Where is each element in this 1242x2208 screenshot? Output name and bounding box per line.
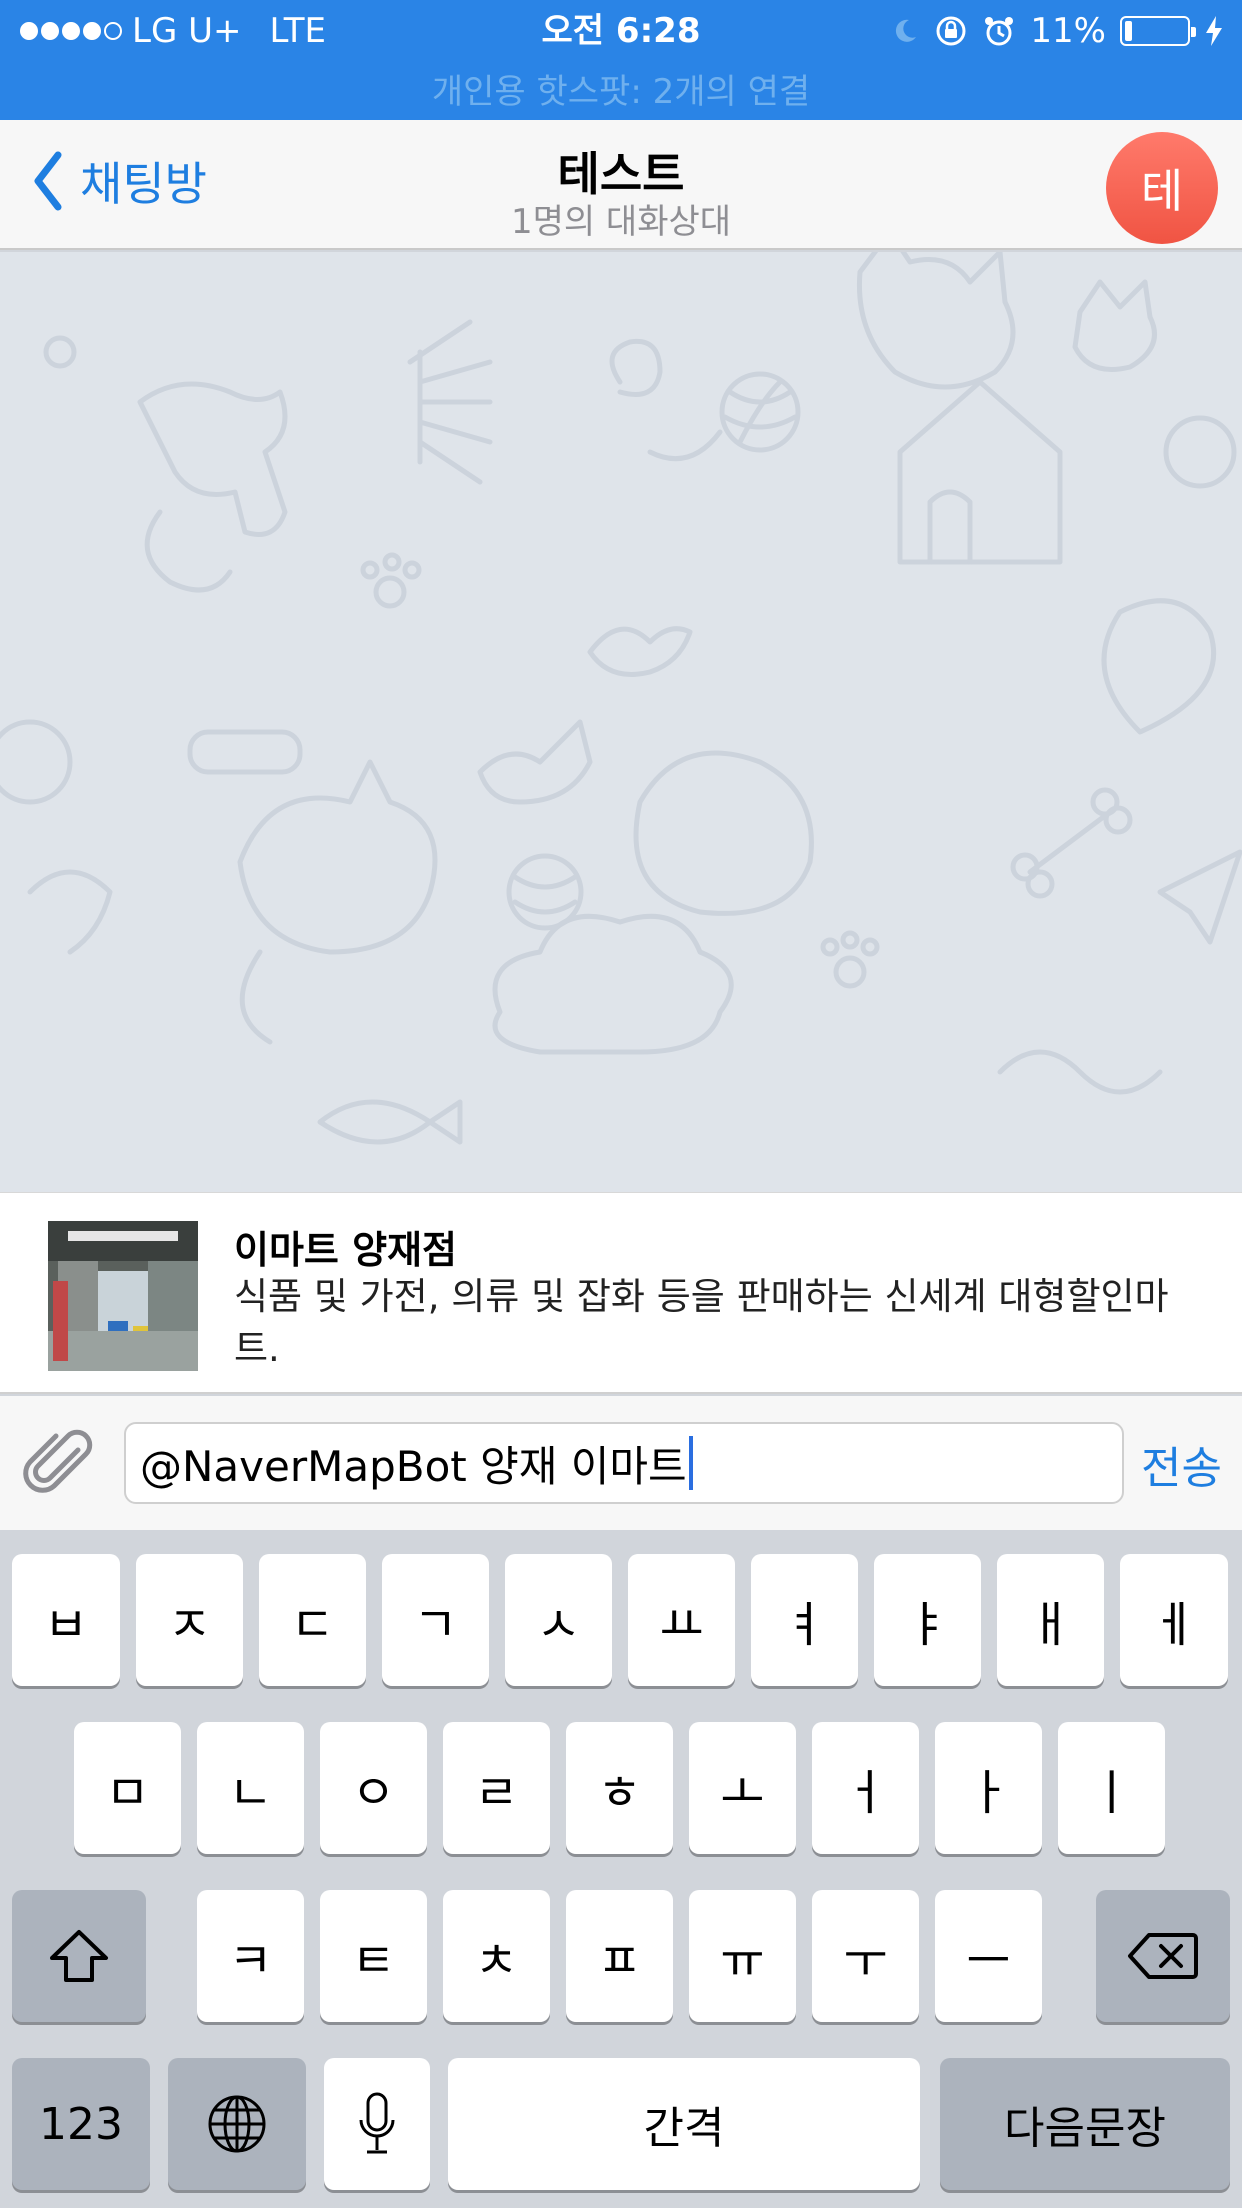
key-r1-1[interactable]: ㅂ: [12, 1554, 120, 1686]
key-r3-7[interactable]: ㅡ: [935, 1890, 1042, 2022]
dictation-key[interactable]: [324, 2058, 430, 2190]
delete-key[interactable]: [1096, 1890, 1230, 2022]
key-r2-2[interactable]: ㄴ: [197, 1722, 304, 1854]
attach-button[interactable]: [22, 1426, 98, 1506]
key-r1-5[interactable]: ㅅ: [505, 1554, 612, 1686]
key-r1-9[interactable]: ㅐ: [997, 1554, 1104, 1686]
result-title: 이마트 양재점: [234, 1228, 457, 1272]
status-bar: LG U+ LTE 오전 6:28 11% 개인용 핫스팟: 2개의 연결: [0, 0, 1242, 120]
shift-icon: [50, 1930, 108, 1982]
message-input[interactable]: @NaverMapBot 양재 이마트: [124, 1422, 1124, 1504]
numbers-key-label: 123: [39, 2098, 123, 2150]
result-thumbnail: [48, 1221, 198, 1371]
key-r2-9[interactable]: ㅣ: [1058, 1722, 1165, 1854]
key-r3-1[interactable]: ㅋ: [197, 1890, 304, 2022]
key-r1-8[interactable]: ㅑ: [874, 1554, 981, 1686]
result-description: 식품 및 가전, 의류 및 잡화 등을 판매하는 신세계 대형할인마트.: [234, 1275, 1169, 1370]
key-r2-3[interactable]: ㅇ: [320, 1722, 427, 1854]
charging-bolt-icon: [1206, 16, 1222, 46]
key-r2-6[interactable]: ㅗ: [689, 1722, 796, 1854]
paperclip-icon: [23, 1429, 93, 1493]
battery-icon: [1120, 16, 1196, 46]
chat-area[interactable]: [0, 252, 1242, 1192]
key-r3-6[interactable]: ㅜ: [812, 1890, 919, 2022]
alarm-icon: [985, 17, 1014, 46]
key-r3-4[interactable]: ㅍ: [566, 1890, 673, 2022]
rotation-lock-icon: [936, 16, 966, 46]
status-right: 11%: [890, 8, 1224, 54]
keyboard: ㅂ ㅈ ㄷ ㄱ ㅅ ㅛ ㅕ ㅑ ㅐ ㅔ ㅁ ㄴ ㅇ ㄹ ㅎ ㅗ ㅓ ㅏ ㅣ ㅋ …: [0, 1530, 1242, 2208]
send-button[interactable]: 전송: [1141, 1432, 1222, 1496]
key-r1-6[interactable]: ㅛ: [628, 1554, 735, 1686]
space-key[interactable]: 간격: [448, 2058, 920, 2190]
key-r1-7[interactable]: ㅕ: [751, 1554, 858, 1686]
chat-subtitle: 1명의 대화상대: [510, 202, 732, 242]
space-key-label: 간격: [643, 2103, 725, 2154]
key-r2-1[interactable]: ㅁ: [74, 1722, 181, 1854]
message-input-bar: @NaverMapBot 양재 이마트 전송: [0, 1396, 1242, 1530]
avatar[interactable]: 테: [1106, 132, 1218, 244]
battery-percent: 11%: [1030, 11, 1106, 51]
key-r1-10[interactable]: ㅔ: [1120, 1554, 1228, 1686]
chat-wallpaper: [0, 252, 1242, 1145]
key-r2-4[interactable]: ㄹ: [443, 1722, 550, 1854]
key-r1-3[interactable]: ㄷ: [259, 1554, 366, 1686]
moon-icon: [896, 19, 917, 42]
key-r3-5[interactable]: ㅠ: [689, 1890, 796, 2022]
nav-bar: 채팅방 테스트 1명의 대화상대 테: [0, 120, 1242, 250]
message-input-text: @NaverMapBot 양재 이마트: [140, 1441, 687, 1491]
backspace-icon: [1128, 1933, 1198, 1979]
inline-result-item[interactable]: 이마트 양재점 식품 및 가전, 의류 및 잡화 등을 판매하는 신세계 대형할…: [0, 1192, 1242, 1394]
hotspot-banner[interactable]: 개인용 핫스팟: 2개의 연결: [0, 64, 1242, 113]
return-key-label: 다음문장: [1004, 2103, 1166, 2154]
numbers-key[interactable]: 123: [12, 2058, 150, 2190]
key-r3-3[interactable]: ㅊ: [443, 1890, 550, 2022]
text-cursor: [688, 1436, 693, 1490]
globe-icon: [208, 2095, 266, 2153]
key-r1-4[interactable]: ㄱ: [382, 1554, 489, 1686]
key-r3-2[interactable]: ㅌ: [320, 1890, 427, 2022]
key-r2-8[interactable]: ㅏ: [935, 1722, 1042, 1854]
key-r2-5[interactable]: ㅎ: [566, 1722, 673, 1854]
microphone-icon: [359, 2092, 395, 2154]
shift-key[interactable]: [12, 1890, 146, 2022]
return-key[interactable]: 다음문장: [940, 2058, 1230, 2190]
key-r1-2[interactable]: ㅈ: [136, 1554, 243, 1686]
globe-key[interactable]: [168, 2058, 306, 2190]
key-r2-7[interactable]: ㅓ: [812, 1722, 919, 1854]
